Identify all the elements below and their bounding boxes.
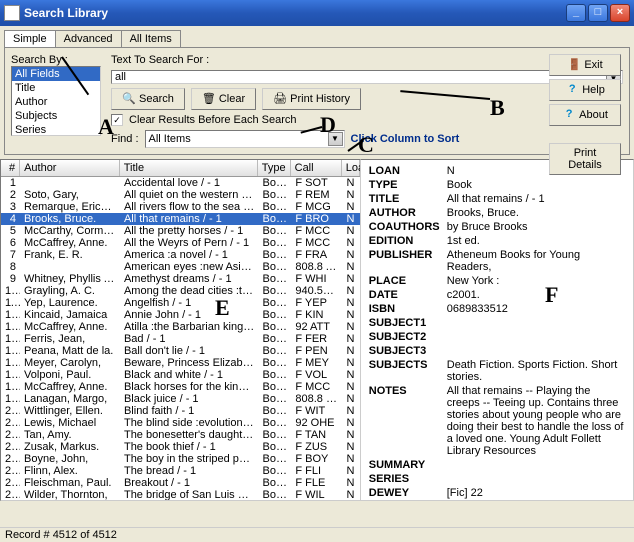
table-row[interactable]: 21Lewis, MichaelThe blind side :evolutio… (1, 417, 360, 429)
help-icon: ? (565, 83, 579, 97)
about-button[interactable]: ?About (549, 104, 621, 126)
table-row[interactable]: 19Lanagan, Margo,Black juice / - 1Book80… (1, 393, 360, 405)
detail-dewey: DEWEY[Fic] 22 (369, 487, 625, 499)
detail-date: DATEc2001. (369, 289, 625, 301)
table-row[interactable]: 24Boyne, John,The boy in the striped paj… (1, 453, 360, 465)
col-type[interactable]: Type (258, 160, 291, 176)
print-history-button[interactable]: 🖨Print History (262, 88, 361, 110)
table-row[interactable]: 12Kincaid, JamaicaAnnie John / - 1BookF … (1, 309, 360, 321)
table-row[interactable]: 18McCaffrey, Anne.Black horses for the k… (1, 381, 360, 393)
detail-notes: NOTESAll that remains -- Playing the cre… (369, 385, 625, 457)
table-row[interactable]: 26Fleischman, Paul.Breakout / - 1BookF F… (1, 477, 360, 489)
detail-isbn: ISBN0689833512 (369, 303, 625, 315)
detail-series: SERIES (369, 473, 625, 485)
titlebar[interactable]: Search Library _ □ × (0, 0, 634, 26)
status-bar: Record # 4512 of 4512 (0, 527, 634, 542)
table-row[interactable]: 17Volponi, Paul.Black and white / - 1Boo… (1, 369, 360, 381)
search-text-input[interactable]: all ▼ (111, 70, 623, 84)
clear-icon: 🗑 (202, 92, 216, 106)
col-author[interactable]: Author (20, 160, 120, 176)
main-area: # Author Title Type Call Loan 1Accidenta… (0, 159, 634, 501)
table-row[interactable]: 9Whitney, Phyllis A.,Amethyst dreams / -… (1, 273, 360, 285)
search-button[interactable]: 🔍Search (111, 88, 185, 110)
detail-coauthors: COAUTHORSby Bruce Brooks (369, 221, 625, 233)
exit-button[interactable]: 🚪Exit (549, 54, 621, 76)
search-panel: Search By : All Fields Title Author Subj… (4, 47, 630, 155)
table-row[interactable]: 11Yep, Laurence.Angelfish / - 1BookF YEP… (1, 297, 360, 309)
table-row[interactable]: 15Peana, Matt de la.Ball don't lie / - 1… (1, 345, 360, 357)
detail-subject3: SUBJECT3 (369, 345, 625, 357)
tab-simple[interactable]: Simple (4, 30, 56, 47)
chevron-down-icon[interactable]: ▼ (328, 132, 343, 146)
col-num[interactable]: # (1, 160, 20, 176)
table-row[interactable]: 23Zusak, Markus.The book thief / - 1Book… (1, 441, 360, 453)
info-icon: ? (562, 108, 576, 122)
searchby-author[interactable]: Author (12, 95, 100, 109)
detail-author: AUTHORBrooks, Bruce. (369, 207, 625, 219)
searchby-legend: Search By : (11, 54, 101, 66)
minimize-button[interactable]: _ (566, 4, 586, 22)
searchby-subjects[interactable]: Subjects (12, 109, 100, 123)
table-row[interactable]: 7Frank, E. R.America :a novel / - 1BookF… (1, 249, 360, 261)
col-loan[interactable]: Loan (342, 160, 360, 176)
clear-results-checkbox[interactable]: ✓ (111, 114, 123, 126)
tab-advanced[interactable]: Advanced (55, 30, 122, 47)
col-title[interactable]: Title (120, 160, 258, 176)
table-row[interactable]: 2Soto, Gary,All quiet on the western fro… (1, 189, 360, 201)
exit-icon: 🚪 (567, 58, 581, 72)
table-row[interactable]: 8American eyes :new Asian-Americ...Book8… (1, 261, 360, 273)
clear-results-label: Clear Results Before Each Search (129, 114, 297, 126)
grid-body[interactable]: 1Accidental love / - 1BookF SOTN2Soto, G… (1, 177, 360, 500)
tab-strip: Simple Advanced All Items (0, 26, 634, 47)
detail-subject1: SUBJECT1 (369, 317, 625, 329)
help-button[interactable]: ?Help (549, 79, 621, 101)
grid-header: # Author Title Type Call Loan (1, 160, 360, 177)
table-row[interactable]: 5McCarthy, Cormac,All the pretty horses … (1, 225, 360, 237)
table-row[interactable]: 10Grayling, A. C.Among the dead cities :… (1, 285, 360, 297)
close-button[interactable]: × (610, 4, 630, 22)
detail-subject2: SUBJECT2 (369, 331, 625, 343)
detail-type: TYPEBook (369, 179, 625, 191)
detail-edition: EDITION1st ed. (369, 235, 625, 247)
sort-hint: Click Column to Sort (351, 133, 460, 145)
detail-summary: SUMMARY (369, 459, 625, 471)
detail-title: TITLEAll that remains / - 1 (369, 193, 625, 205)
searchby-allfields[interactable]: All Fields (12, 67, 100, 81)
table-row[interactable]: 16Meyer, Carolyn,Beware, Princess Elizab… (1, 357, 360, 369)
table-row[interactable]: 1Accidental love / - 1BookF SOTN (1, 177, 360, 189)
table-row[interactable]: 6McCaffrey, Anne.All the Weyrs of Pern /… (1, 237, 360, 249)
window-title: Search Library (24, 6, 566, 20)
app-icon (4, 5, 20, 21)
print-details-button[interactable]: Print Details (549, 143, 621, 175)
search-icon: 🔍 (122, 92, 136, 106)
results-grid: # Author Title Type Call Loan 1Accidenta… (0, 159, 361, 501)
searchtext-legend: Text To Search For : (111, 54, 623, 66)
table-row[interactable]: 25Flinn, Alex.The bread / - 1BookF FLIN (1, 465, 360, 477)
table-row[interactable]: 4Brooks, Bruce.All that remains / - 1Boo… (1, 213, 360, 225)
table-row[interactable]: 3Remarque, Erich Maria,All rivers flow t… (1, 201, 360, 213)
clear-button[interactable]: 🗑Clear (191, 88, 256, 110)
col-call[interactable]: Call (291, 160, 342, 176)
printer-icon: 🖨 (273, 92, 287, 106)
find-combo[interactable]: All Items ▼ (145, 130, 345, 148)
searchby-listbox[interactable]: All Fields Title Author Subjects Series … (11, 66, 101, 136)
tab-allitems[interactable]: All Items (121, 30, 181, 47)
detail-publisher: PUBLISHERAtheneum Books for Young Reader… (369, 249, 625, 273)
detail-place: PLACENew York : (369, 275, 625, 287)
details-panel[interactable]: LOANNTYPEBookTITLEAll that remains / - 1… (361, 159, 634, 501)
maximize-button[interactable]: □ (588, 4, 608, 22)
searchby-series[interactable]: Series (12, 123, 100, 136)
table-row[interactable]: 14Ferris, Jean,Bad / - 1BookF FERN (1, 333, 360, 345)
table-row[interactable]: 20Wittlinger, Ellen.Blind faith / - 1Boo… (1, 405, 360, 417)
table-row[interactable]: 22Tan, Amy.The bonesetter's daughter / -… (1, 429, 360, 441)
table-row[interactable]: 13McCaffrey, Anne.Atilla :the Barbarian … (1, 321, 360, 333)
table-row[interactable]: 27Wilder, Thornton,The bridge of San Lui… (1, 489, 360, 500)
searchby-title[interactable]: Title (12, 81, 100, 95)
find-label: Find : (111, 133, 139, 145)
detail-subjects: SUBJECTSDeath Fiction. Sports Fiction. S… (369, 359, 625, 383)
